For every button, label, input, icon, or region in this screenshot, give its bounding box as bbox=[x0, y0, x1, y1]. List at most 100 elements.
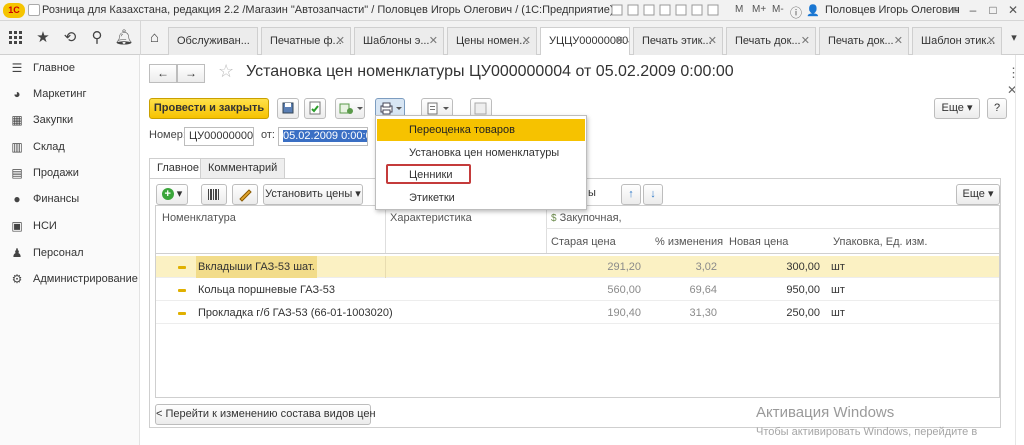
table-row[interactable]: Прокладка г/б ГАЗ-53 (66-01-1003020) 190… bbox=[156, 302, 999, 324]
sidebar-item-sales[interactable]: ▤ Продажи bbox=[0, 160, 140, 186]
memory-m-button[interactable]: M bbox=[735, 4, 743, 17]
header-new-price[interactable]: Новая цена bbox=[729, 236, 788, 248]
more-options-icon[interactable]: ⋮ bbox=[1007, 65, 1020, 81]
sidebar-item-purchases[interactable]: ▦ Закупки bbox=[0, 107, 140, 133]
move-down-button[interactable]: ↓ bbox=[643, 184, 663, 205]
more-button[interactable]: Еще ▾ bbox=[934, 98, 980, 119]
title-toolbar-icons[interactable] bbox=[610, 4, 730, 17]
cell-unit[interactable]: шт bbox=[831, 302, 845, 324]
tab-close-icon[interactable]: ✕ bbox=[708, 28, 717, 54]
cell-unit[interactable]: шт bbox=[831, 279, 845, 301]
tab-label-template[interactable]: Шаблон этик... ✕ bbox=[912, 27, 1002, 55]
tab-close-icon[interactable]: ✕ bbox=[894, 28, 903, 54]
cell-old-price[interactable]: 190,40 bbox=[546, 302, 641, 324]
go-to-price-types-button[interactable]: < Перейти к изменению состава видов цен bbox=[155, 404, 376, 425]
table-row[interactable]: Вкладыши ГАЗ-53 шат. 291,20 3,02 300,00 … bbox=[156, 256, 999, 278]
apps-grid-icon[interactable] bbox=[2, 21, 30, 55]
menu-item-price-setting[interactable]: Установка цен номенклатуры bbox=[377, 142, 585, 164]
back-button[interactable]: ← bbox=[149, 64, 177, 83]
save-button[interactable] bbox=[277, 98, 299, 119]
header-purchase[interactable]: $ Закупочная, bbox=[551, 212, 622, 224]
history-clock-icon[interactable]: ⟲ bbox=[56, 21, 84, 55]
cell-new-price[interactable]: 950,00 bbox=[722, 279, 820, 301]
cell-old-price[interactable]: 291,20 bbox=[546, 256, 641, 278]
tab-close-icon[interactable]: ✕ bbox=[615, 28, 624, 54]
move-up-button[interactable]: ↑ bbox=[621, 184, 641, 205]
table-row[interactable]: Кольца поршневые ГАЗ-53 560,00 69,64 950… bbox=[156, 279, 999, 301]
sidebar-item-warehouse[interactable]: ▥ Склад bbox=[0, 134, 140, 160]
tabs-dropdown-icon[interactable]: ▾ bbox=[1004, 21, 1024, 55]
sidebar-item-label: Маркетинг bbox=[33, 88, 87, 100]
tab-service[interactable]: Обслуживан... bbox=[168, 27, 258, 55]
header-package[interactable]: Упаковка, Ед. изм. bbox=[833, 236, 927, 248]
add-row-button[interactable]: + ▾ bbox=[156, 184, 188, 205]
forward-button[interactable]: → bbox=[177, 64, 205, 83]
memory-mplus-button[interactable]: M+ bbox=[752, 4, 766, 17]
menu-item-labels[interactable]: Этикетки bbox=[377, 187, 585, 209]
set-prices-button[interactable]: Установить цены ▾ bbox=[263, 184, 363, 205]
tab-close-icon[interactable]: ✕ bbox=[336, 28, 345, 54]
tab-current-document[interactable]: УЦЦУ000000004 ✕ bbox=[540, 27, 630, 56]
cell-item[interactable]: Вкладыши ГАЗ-53 шат. bbox=[196, 256, 317, 278]
settings-menu-icon[interactable]: ≡ bbox=[948, 2, 962, 18]
sidebar-item-finance[interactable]: ● Финансы bbox=[0, 186, 140, 212]
cell-change-pct[interactable]: 31,30 bbox=[646, 302, 717, 324]
tab-comment[interactable]: Комментарий bbox=[200, 158, 286, 178]
close-icon[interactable]: ✕ bbox=[1006, 2, 1020, 18]
barcode-button[interactable] bbox=[201, 184, 227, 205]
tab-print-docs-1[interactable]: Печать док... ✕ bbox=[726, 27, 816, 55]
cell-old-price[interactable]: 560,00 bbox=[546, 279, 641, 301]
favorite-star-icon[interactable]: ☆ bbox=[218, 61, 234, 82]
cell-change-pct[interactable]: 69,64 bbox=[646, 279, 717, 301]
hidden-button-fragment[interactable]: ы bbox=[588, 187, 596, 199]
tab-item-prices[interactable]: Цены номен... ✕ bbox=[447, 27, 537, 55]
create-based-on-button[interactable] bbox=[335, 98, 365, 119]
app-logo[interactable]: 1С bbox=[3, 3, 25, 18]
tab-close-icon[interactable]: ✕ bbox=[801, 28, 810, 54]
minimize-icon[interactable]: – bbox=[966, 2, 980, 18]
header-old-price[interactable]: Старая цена bbox=[551, 236, 616, 248]
home-icon[interactable]: ⌂ bbox=[140, 21, 168, 55]
sidebar-item-marketing[interactable]: ◕ Маркетинг bbox=[0, 81, 140, 107]
sidebar-item-personnel[interactable]: ♟ Персонал bbox=[0, 240, 140, 266]
sidebar-item-nsi[interactable]: ▣ НСИ bbox=[0, 213, 140, 239]
number-field[interactable]: ЦУ000000004 bbox=[184, 127, 254, 146]
search-icon[interactable]: ⚲ bbox=[83, 21, 111, 55]
tab-close-icon[interactable]: ✕ bbox=[522, 28, 531, 54]
tab-print-labels[interactable]: Печать этик... ✕ bbox=[633, 27, 723, 55]
tab-main[interactable]: Главное bbox=[149, 158, 208, 179]
tab-templates[interactable]: Шаблоны э... ✕ bbox=[354, 27, 444, 55]
cell-item[interactable]: Кольца поршневые ГАЗ-53 bbox=[198, 279, 335, 301]
cell-new-price[interactable]: 300,00 bbox=[722, 256, 820, 278]
tab-close-icon[interactable]: ✕ bbox=[987, 28, 996, 54]
notifications-bell-icon[interactable]: 🔔︎ bbox=[110, 21, 138, 55]
tab-close-icon[interactable]: ✕ bbox=[429, 28, 438, 54]
tab-print-forms[interactable]: Печатные ф... ✕ bbox=[261, 27, 351, 55]
cell-unit[interactable]: шт bbox=[831, 256, 845, 278]
header-characteristic[interactable]: Характеристика bbox=[390, 212, 472, 224]
sections-panel: ☰ Главное ◕ Маркетинг ▦ Закупки ▥ Склад … bbox=[0, 55, 140, 445]
grid-more-button[interactable]: Еще ▾ bbox=[956, 184, 1000, 205]
header-item[interactable]: Номенклатура bbox=[162, 212, 236, 224]
fill-button[interactable] bbox=[232, 184, 258, 205]
help-button[interactable]: ? bbox=[987, 98, 1007, 119]
sidebar-item-administration[interactable]: ⚙ Администрирование bbox=[0, 266, 140, 292]
history-icon[interactable] bbox=[28, 4, 40, 16]
favorites-star-icon[interactable]: ★ bbox=[29, 21, 57, 55]
post-and-close-button[interactable]: Провести и закрыть bbox=[149, 98, 269, 119]
header-change-pct[interactable]: % изменения bbox=[655, 236, 723, 248]
menu-icon: ☰ bbox=[11, 61, 23, 75]
tab-print-docs-2[interactable]: Печать док... ✕ bbox=[819, 27, 909, 55]
maximize-icon[interactable]: □ bbox=[986, 2, 1000, 18]
memory-mminus-button[interactable]: M- bbox=[772, 4, 784, 17]
cell-new-price[interactable]: 250,00 bbox=[722, 302, 820, 324]
info-icon[interactable]: ⓘ bbox=[790, 4, 802, 20]
sidebar-item-main[interactable]: ☰ Главное bbox=[0, 55, 140, 81]
grid-more-label: Еще bbox=[962, 188, 985, 200]
cell-item[interactable]: Прокладка г/б ГАЗ-53 (66-01-1003020) bbox=[198, 302, 393, 324]
date-field[interactable]: 05.02.2009 0:00:00 bbox=[278, 127, 368, 146]
cell-change-pct[interactable]: 3,02 bbox=[646, 256, 717, 278]
post-button[interactable] bbox=[304, 98, 326, 119]
current-user[interactable]: Половцев Игорь Олегович bbox=[825, 4, 960, 16]
menu-item-revaluation[interactable]: Переоценка товаров bbox=[377, 119, 585, 141]
